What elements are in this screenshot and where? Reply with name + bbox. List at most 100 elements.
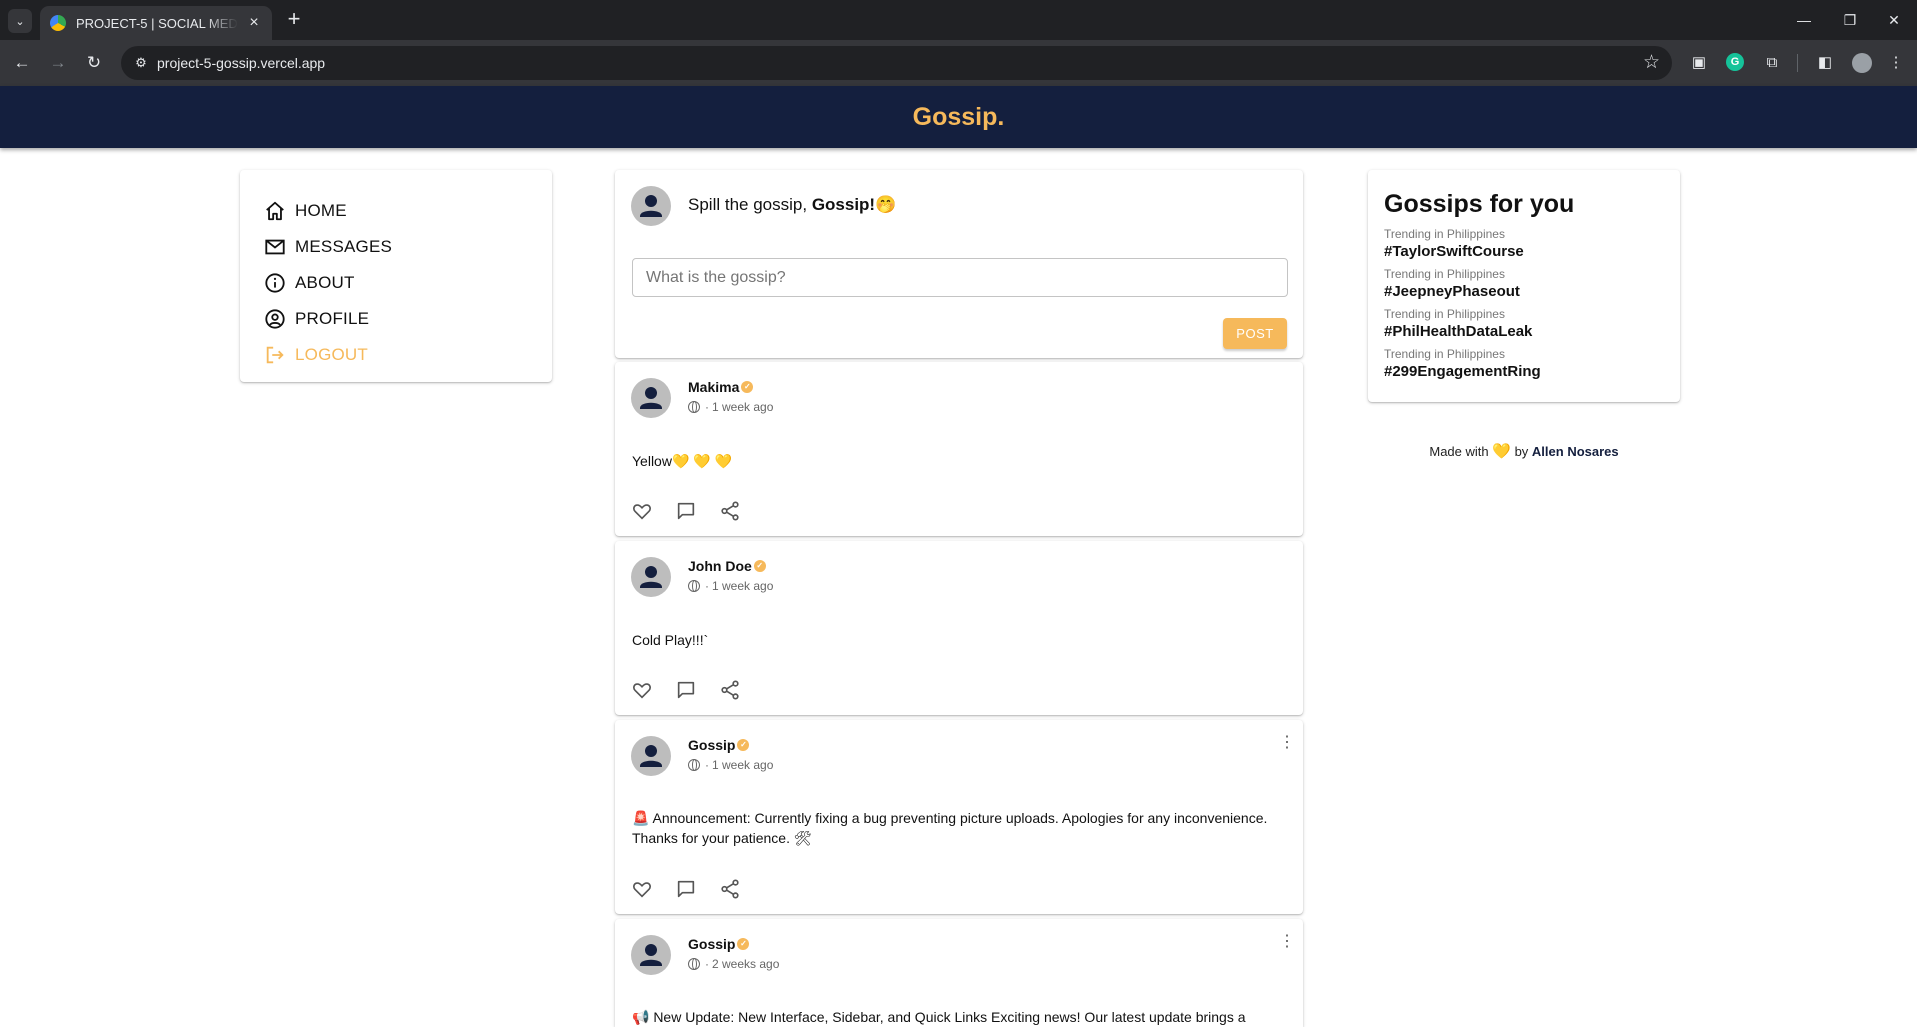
post-author[interactable]: Gossip ✓ (688, 737, 750, 753)
logout-icon (266, 346, 284, 364)
gossip-input[interactable] (632, 258, 1288, 297)
address-bar[interactable]: ⚙ project-5-gossip.vercel.app ☆ (121, 46, 1672, 80)
person-icon (640, 566, 662, 588)
share-icon[interactable] (719, 878, 741, 900)
trend-item[interactable]: Trending in Philippines #PhilHealthDataL… (1384, 307, 1664, 343)
credit-author[interactable]: Allen Nosares (1532, 444, 1619, 459)
sidebar-item-label: MESSAGES (295, 237, 393, 256)
person-icon (640, 944, 662, 966)
browser-tab-bar: ⌄ PROJECT-5 | SOCIAL MEDIA APP × + — ❐ ✕ (0, 0, 1917, 40)
grammarly-icon[interactable]: G (1726, 53, 1744, 71)
post-author[interactable]: Gossip ✓ (688, 936, 750, 952)
profile-avatar-icon[interactable] (1852, 53, 1872, 73)
side-panel-icon[interactable]: ◧ (1815, 53, 1835, 73)
back-icon[interactable]: ← (10, 51, 34, 75)
post-button[interactable]: POST (1223, 318, 1287, 349)
tab-title: PROJECT-5 | SOCIAL MEDIA APP (76, 15, 238, 31)
heart-icon[interactable] (631, 679, 653, 701)
share-icon[interactable] (719, 500, 741, 522)
trends-panel: Gossips for you Trending in Philippines … (1368, 170, 1680, 402)
more-vert-icon[interactable]: ⋮ (1279, 735, 1295, 751)
sidebar-item-label: ABOUT (295, 273, 355, 292)
post-meta: · 2 weeks ago (688, 957, 779, 971)
sidebar-item-about[interactable]: ABOUT (264, 265, 552, 301)
favicon-icon (50, 15, 66, 31)
url-text[interactable]: project-5-gossip.vercel.app (157, 55, 325, 71)
comment-icon[interactable] (675, 679, 697, 701)
comment-icon[interactable] (675, 878, 697, 900)
sidebar-item-profile[interactable]: PROFILE (264, 301, 552, 337)
verified-icon: ✓ (737, 938, 750, 950)
comment-icon[interactable] (675, 500, 697, 522)
toolbar-divider (1797, 54, 1798, 72)
minimize-icon[interactable]: — (1781, 6, 1827, 34)
post-meta: · 1 week ago (688, 400, 773, 414)
post-text: Yellow💛 💛 💛 (632, 453, 733, 469)
composer-greeting: Spill the gossip, Gossip!🤭 (688, 195, 897, 214)
media-icon[interactable]: ▣ (1689, 53, 1709, 73)
forward-icon[interactable]: → (46, 51, 70, 75)
globe-icon (688, 958, 700, 970)
trend-item[interactable]: Trending in Philippines #299EngagementRi… (1384, 347, 1664, 383)
trend-hashtag[interactable]: #299EngagementRing (1384, 361, 1664, 383)
post-time: 1 week ago (712, 758, 774, 772)
reload-icon[interactable]: ↻ (82, 51, 106, 75)
post-text: Cold Play!!!` (632, 632, 709, 648)
trend-hashtag[interactable]: #TaylorSwiftCourse (1384, 241, 1664, 263)
post-time: 1 week ago (712, 400, 774, 414)
verified-icon: ✓ (737, 739, 750, 751)
restore-icon[interactable]: ❐ (1827, 6, 1873, 34)
avatar[interactable] (631, 736, 671, 776)
person-icon (640, 195, 662, 217)
browser-tab[interactable]: PROJECT-5 | SOCIAL MEDIA APP × (40, 6, 272, 40)
post-text: 🚨 Announcement: Currently fixing a bug p… (632, 810, 1268, 846)
sidebar-item-label: HOME (295, 201, 347, 220)
sidebar-item-logout[interactable]: LOGOUT (264, 337, 552, 373)
sidebar-item-label: LOGOUT (295, 345, 368, 364)
menu-dots-icon[interactable]: ⋮ (1886, 53, 1906, 73)
post-card: John Doe ✓ · 1 week ago Cold Play!!!` (615, 541, 1303, 715)
avatar[interactable] (631, 378, 671, 418)
app-header: Gossip. (0, 86, 1917, 148)
app-title[interactable]: Gossip. (913, 103, 1005, 132)
post-meta: · 1 week ago (688, 758, 773, 772)
sidebar-item-label: PROFILE (295, 309, 370, 328)
mail-icon (265, 239, 285, 255)
post-card: Gossip ✓ · 2 weeks ago ⋮ 📢 New Update: Ne… (615, 919, 1303, 1027)
avatar[interactable] (631, 935, 671, 975)
share-icon[interactable] (719, 679, 741, 701)
avatar[interactable] (631, 186, 671, 226)
chevron-down-icon[interactable]: ⌄ (8, 9, 32, 33)
bookmark-star-icon[interactable]: ☆ (1643, 51, 1660, 74)
sidebar-item-home[interactable]: HOME (264, 193, 552, 229)
post-author[interactable]: John Doe ✓ (688, 558, 766, 574)
post-text: 📢 New Update: New Interface, Sidebar, an… (632, 1009, 1246, 1025)
trend-item[interactable]: Trending in Philippines #TaylorSwiftCour… (1384, 227, 1664, 263)
post-card: Gossip ✓ · 1 week ago ⋮ 🚨 Announcement: C… (615, 720, 1303, 914)
window-close-icon[interactable]: ✕ (1871, 6, 1917, 34)
post-meta: · 1 week ago (688, 579, 773, 593)
globe-icon (688, 401, 700, 413)
more-vert-icon[interactable]: ⋮ (1279, 934, 1295, 950)
plus-icon[interactable]: + (282, 8, 306, 32)
account-circle-icon (265, 309, 285, 329)
post-time: 1 week ago (712, 579, 774, 593)
post-author[interactable]: Makima ✓ (688, 379, 754, 395)
made-with-credit: Made with 💛 by Allen Nosares (1429, 443, 1619, 460)
trend-location: Trending in Philippines (1384, 307, 1505, 321)
avatar[interactable] (631, 557, 671, 597)
heart-icon[interactable] (631, 500, 653, 522)
trend-hashtag[interactable]: #JeepneyPhaseout (1384, 281, 1664, 303)
heart-icon[interactable] (631, 878, 653, 900)
site-info-icon[interactable]: ⚙ (132, 54, 150, 72)
post-card: Makima ✓ · 1 week ago Yellow💛 💛 💛 (615, 362, 1303, 536)
browser-toolbar: ← → ↻ ⚙ project-5-gossip.vercel.app ☆ ▣ … (0, 40, 1917, 86)
trend-item[interactable]: Trending in Philippines #JeepneyPhaseout (1384, 267, 1664, 303)
heart-emoji-icon: 💛 (1492, 443, 1511, 460)
sidebar-nav: HOME MESSAGES ABOUT PROFILE LOGOUT (240, 170, 552, 382)
sidebar-item-messages[interactable]: MESSAGES (264, 229, 552, 265)
trend-hashtag[interactable]: #PhilHealthDataLeak (1384, 321, 1664, 343)
extensions-icon[interactable]: ⧉ (1762, 53, 1782, 73)
close-icon[interactable]: × (246, 14, 262, 32)
person-icon (640, 387, 662, 409)
